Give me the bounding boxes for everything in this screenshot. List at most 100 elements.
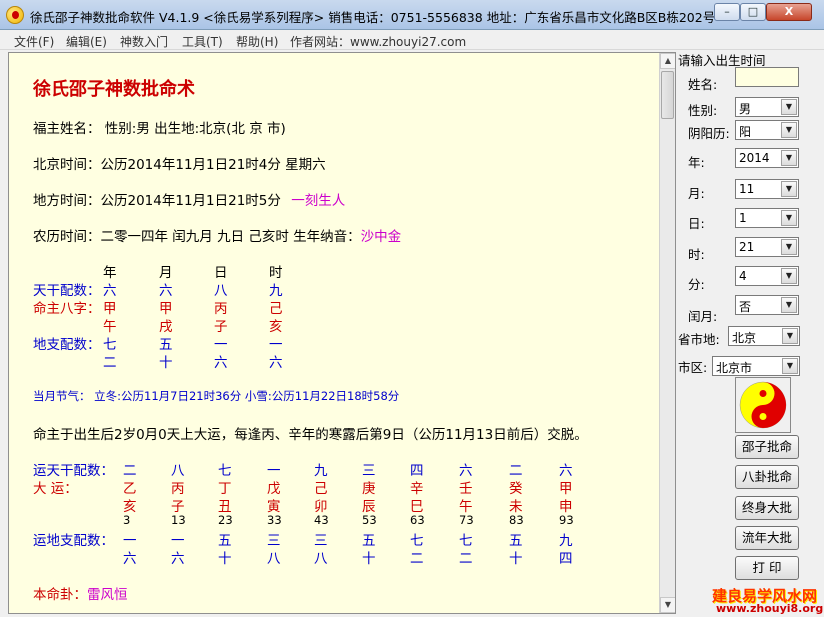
name-input[interactable] (735, 67, 799, 87)
year-select[interactable]: 2014 ▼ (735, 148, 799, 168)
lunar-time: 农历时间：二零一四年 闰九月 九日 己亥时 生年纳音：沙中金 (33, 225, 401, 245)
province-select[interactable]: 北京 ▼ (728, 326, 800, 346)
yun-dizhi1-7: 七 (410, 533, 424, 549)
menu-tools[interactable]: 工具(T) (182, 33, 223, 50)
pillar-header-hour: 时 (269, 265, 283, 281)
dizhi2-day: 六 (214, 355, 228, 371)
menu-help[interactable]: 帮助(H) (236, 33, 278, 50)
chevron-down-icon[interactable]: ▼ (782, 358, 798, 374)
yun-dizhi1-6: 五 (362, 533, 376, 549)
gender-select[interactable]: 男 ▼ (735, 97, 799, 117)
dayun-branch-3: 丑 (218, 499, 232, 515)
minimize-button[interactable]: – (714, 3, 740, 21)
dayun-age-8: 73 (459, 513, 474, 527)
pillar-header-month: 月 (159, 265, 173, 281)
dayun-branch-9: 未 (509, 499, 523, 515)
dizhi1-day: 一 (214, 337, 228, 353)
chevron-down-icon[interactable]: ▼ (781, 297, 797, 313)
dayun-age-3: 23 (218, 513, 233, 527)
nayin-value: 沙中金 (360, 229, 402, 245)
menu-edit[interactable]: 编辑(E) (66, 33, 107, 50)
tiangan-hour: 九 (269, 283, 283, 299)
leap-select[interactable]: 否 ▼ (735, 295, 799, 315)
year-label: 年: (688, 155, 705, 170)
province-value: 北京 (732, 331, 757, 345)
app-icon[interactable] (6, 6, 24, 24)
yun-dizhi1-3: 五 (218, 533, 232, 549)
yun-tiangan-4: 一 (267, 463, 281, 479)
yinyang-icon (739, 381, 787, 429)
dayun-stem-10: 甲 (559, 481, 573, 497)
menu-author-site[interactable]: 作者网站：www.zhouyi27.com (290, 33, 466, 50)
scroll-up-icon[interactable]: ▲ (660, 53, 675, 69)
menu-file[interactable]: 文件(F) (14, 33, 54, 50)
close-button[interactable]: X (766, 3, 812, 21)
leap-value: 否 (739, 300, 752, 314)
day-value: 1 (739, 211, 747, 225)
bazi-label: 命主八字： (33, 301, 101, 317)
chevron-down-icon[interactable]: ▼ (782, 328, 798, 344)
day-select[interactable]: 1 ▼ (735, 208, 799, 228)
minute-select[interactable]: 4 ▼ (735, 266, 799, 286)
report-scrollbar[interactable]: ▲ ▼ (659, 53, 675, 613)
hour-select[interactable]: 21 ▼ (735, 237, 799, 257)
dayun-age-6: 53 (362, 513, 377, 527)
report-document: 徐氏邵子神数批命术 福主姓名： 性别:男 出生地:北京(北 京 市) 北京时间：… (9, 53, 661, 613)
dizhi-label: 地支配数： (33, 337, 101, 353)
chevron-down-icon[interactable]: ▼ (781, 268, 797, 284)
scroll-down-icon[interactable]: ▼ (660, 597, 675, 613)
yun-dizhi1-9: 五 (509, 533, 523, 549)
shaozi-button[interactable]: 邵子批命 (735, 435, 799, 459)
district-select[interactable]: 北京市 ▼ (712, 356, 800, 376)
month-select[interactable]: 11 ▼ (735, 179, 799, 199)
dayun-stem-5: 己 (314, 481, 328, 497)
branch-month: 戌 (159, 319, 173, 335)
name-label: 姓名: (688, 77, 718, 92)
chevron-down-icon[interactable]: ▼ (781, 239, 797, 255)
yun-dizhi2-5: 八 (314, 551, 328, 567)
pillar-header-day: 日 (214, 265, 228, 281)
minute-label: 分: (688, 277, 705, 292)
yun-tiangan-label: 运天干配数： (33, 463, 114, 479)
lifetime-button[interactable]: 终身大批 (735, 496, 799, 520)
dayun-stem-8: 壬 (459, 481, 473, 497)
yun-dizhi1-8: 七 (459, 533, 473, 549)
chevron-down-icon[interactable]: ▼ (781, 99, 797, 115)
district-label: 市区: (678, 360, 708, 375)
dayun-branch-6: 辰 (362, 499, 376, 515)
benming-label: 本命卦：雷风恒 (33, 583, 128, 603)
gender-label: 性别: (688, 103, 718, 118)
pillar-header-year: 年 (103, 265, 117, 281)
dayun-stem-3: 丁 (218, 481, 232, 497)
dizhi1-hour: 一 (269, 337, 283, 353)
bagua-button[interactable]: 八卦批命 (735, 465, 799, 489)
chevron-down-icon[interactable]: ▼ (781, 122, 797, 138)
stem-hour: 己 (269, 301, 283, 317)
yun-dizhi2-8: 二 (459, 551, 473, 567)
tiangan-year: 六 (103, 283, 117, 299)
tiangan-day: 八 (214, 283, 228, 299)
print-button[interactable]: 打 印 (735, 556, 799, 580)
yun-dizhi2-1: 六 (123, 551, 137, 567)
calendar-select[interactable]: 阳 ▼ (735, 120, 799, 140)
yun-dizhi1-2: 一 (171, 533, 185, 549)
yun-dizhi2-7: 二 (410, 551, 424, 567)
dayun-stem-9: 癸 (509, 481, 523, 497)
hour-label: 时: (688, 247, 705, 262)
dayun-branch-5: 卯 (314, 499, 328, 515)
maximize-button[interactable]: □ (740, 3, 766, 21)
menu-bar: 文件(F) 编辑(E) 神数入门 工具(T) 帮助(H) 作者网站：www.zh… (0, 30, 824, 50)
window-title: 徐氏邵子神数批命软件 V4.1.9 <徐氏易学系列程序> 销售电话：0751-5… (30, 10, 716, 25)
report-pane[interactable]: 徐氏邵子神数批命术 福主姓名： 性别:男 出生地:北京(北 京 市) 北京时间：… (8, 52, 676, 614)
local-time-text: 地方时间：公历2014年11月1日21时5分 (33, 193, 281, 209)
yun-dizhi1-4: 三 (267, 533, 281, 549)
tiangan-month: 六 (159, 283, 173, 299)
chevron-down-icon[interactable]: ▼ (781, 210, 797, 226)
chevron-down-icon[interactable]: ▼ (781, 181, 797, 197)
scroll-thumb[interactable] (661, 71, 674, 119)
month-label: 月: (688, 186, 705, 201)
title-bar: 徐氏邵子神数批命软件 V4.1.9 <徐氏易学系列程序> 销售电话：0751-5… (0, 0, 824, 30)
menu-intro[interactable]: 神数入门 (120, 33, 168, 50)
chevron-down-icon[interactable]: ▼ (781, 150, 797, 166)
annual-button[interactable]: 流年大批 (735, 526, 799, 550)
